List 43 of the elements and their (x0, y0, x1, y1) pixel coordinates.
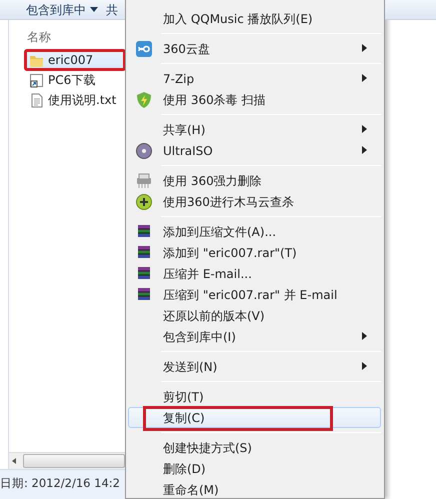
scan-icon (135, 192, 153, 210)
menu-item[interactable]: 添加到压缩文件(A)... (128, 221, 381, 242)
file-item[interactable]: PC6下载 (25, 70, 125, 90)
submenu-arrow-icon (362, 74, 367, 82)
submenu-arrow-icon (362, 362, 367, 370)
submenu-arrow-icon (362, 146, 367, 154)
menu-item[interactable]: 添加到 "eric007.rar"(T) (128, 242, 381, 263)
menu-item[interactable]: UltraISO (128, 140, 381, 161)
caret-icon (90, 7, 98, 14)
file-item[interactable]: eric007 (25, 50, 125, 70)
menu-item[interactable]: 压缩并 E-mail... (128, 263, 381, 284)
menu-item[interactable]: 360云盘 (128, 38, 381, 59)
menu-item[interactable]: 剪切(T) (128, 386, 381, 407)
submenu-arrow-icon (362, 44, 367, 52)
toolbar-button[interactable]: 共 (106, 0, 118, 18)
menu-item[interactable]: 还原以前的版本(V) (128, 305, 381, 326)
status-text: 日期: 2012/2/16 14:2 (0, 469, 125, 499)
horizontal-scrollbar[interactable] (9, 452, 125, 469)
disc-icon (135, 142, 153, 160)
menu-item[interactable]: 复制(C) (128, 407, 381, 428)
menu-item[interactable]: 压缩到 "eric007.rar" 并 E-mail (128, 284, 381, 305)
shield-icon (135, 90, 153, 108)
menu-item[interactable]: 使用360进行木马云查杀 (128, 191, 381, 212)
column-header[interactable]: 名称 (9, 28, 125, 50)
toolbar (385, 0, 436, 20)
menu-item[interactable]: 共享(H) (128, 119, 381, 140)
shredder-icon (135, 172, 153, 190)
menu-item[interactable]: 7-Zip (128, 68, 381, 89)
menu-item[interactable]: 重命名(M) (128, 479, 381, 499)
submenu-arrow-icon (362, 125, 367, 134)
menu-item[interactable]: 创建快捷方式(S) (128, 437, 381, 458)
text-file-icon (29, 92, 44, 108)
toolbar-button[interactable]: 包含到库中 (26, 0, 98, 18)
shortcut-icon (29, 72, 44, 88)
menu-item[interactable]: 发送到(N) (128, 356, 381, 377)
menu-item[interactable]: 使用 360杀毒 扫描 (128, 89, 381, 110)
menu-item[interactable]: 加入 QQMusic 播放队列(E) (128, 8, 381, 29)
file-item[interactable]: 使用说明.txt (25, 90, 125, 110)
submenu-arrow-icon (362, 332, 367, 340)
scrollbar-thumb[interactable] (23, 454, 125, 468)
menu-item[interactable]: 删除(D) (128, 458, 381, 479)
menu-item[interactable]: 包含到库中(I) (128, 326, 381, 347)
menu-item[interactable]: 使用 360强力删除 (128, 170, 381, 191)
